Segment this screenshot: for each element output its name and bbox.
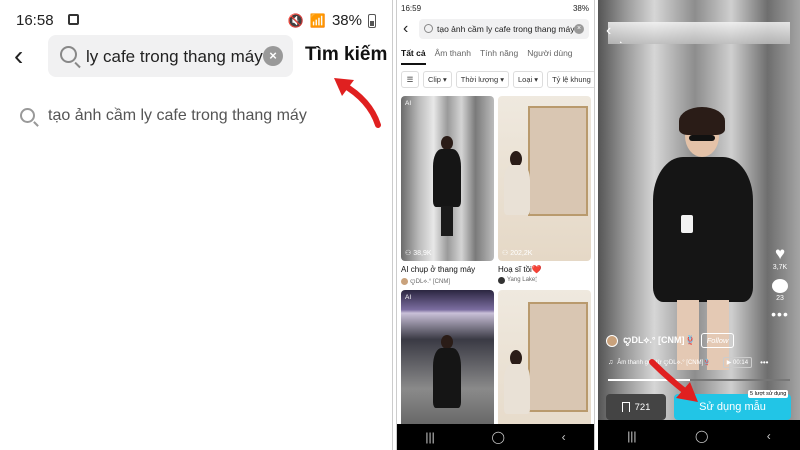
result-thumbnail: ⚇ 202,2K — [498, 96, 591, 261]
result-thumbnail: AI ⚇ 38,9K — [401, 96, 494, 261]
avatar[interactable] — [606, 334, 618, 347]
search-icon — [60, 46, 77, 63]
avatar — [401, 278, 408, 285]
search-button[interactable]: Tìm kiếm — [305, 44, 387, 66]
nav-back-icon[interactable]: ‹ — [562, 430, 566, 444]
status-bar: 16:58 🔇 📶 38% — [12, 10, 380, 32]
bookmark-icon — [621, 402, 630, 412]
back-button[interactable]: ‹ — [14, 40, 44, 72]
result-author: Yang Lake🕯 — [498, 277, 591, 284]
result-title: Hoạ sĩ tồi❤️ — [498, 265, 542, 274]
home-icon[interactable]: ◯ — [695, 429, 708, 443]
nav-back-icon[interactable]: ‹ — [767, 429, 771, 443]
search-input[interactable]: tạo ảnh cầm ly cafe trong thang máy × — [419, 19, 589, 39]
ai-icon: ◔ — [618, 40, 623, 47]
result-card[interactable]: ⚇ 202,2K Hoạ sĩ tồi❤️ Yang Lake🕯 — [498, 96, 591, 284]
status-bar — [598, 0, 800, 16]
like-count: 3,7K — [772, 264, 788, 271]
annotation-arrow — [649, 359, 698, 402]
back-button[interactable]: ‹ — [403, 20, 408, 38]
status-time: 16:59 — [401, 4, 422, 13]
music-note-icon: ♫ — [608, 359, 614, 366]
back-button[interactable]: ‹ — [606, 22, 611, 40]
usage-count-badge: 5 lượt sử dụng — [748, 390, 789, 398]
status-time: 16:58 — [16, 12, 54, 29]
author-name[interactable]: ꨄDL⟡.° [CNM]🪢 — [623, 334, 696, 347]
more-icon[interactable]: ••• — [771, 307, 789, 321]
battery-text: 38% — [572, 4, 589, 13]
recent-apps-icon[interactable]: ||| — [627, 429, 636, 443]
search-icon — [424, 24, 433, 33]
search-results-panel: 16:59 38% ‹ tạo ảnh cầm ly cafe trong th… — [396, 0, 595, 450]
clear-icon[interactable]: × — [574, 24, 584, 34]
filter-duration[interactable]: Thời lượng ▾ — [455, 71, 510, 88]
search-query: ly cafe trong thang máy — [86, 47, 263, 66]
tab-all[interactable]: Tất cả — [401, 48, 426, 65]
more-icon[interactable]: ••• — [760, 358, 768, 367]
filter-type[interactable]: Loại ▾ — [513, 71, 544, 88]
ai-badge: AI — [405, 100, 412, 107]
like-icon[interactable]: ♥ — [775, 245, 785, 262]
search-query: tạo ảnh cầm ly cafe trong thang máy — [437, 24, 575, 34]
result-card[interactable]: AI ⚇ 38,9K AI chụp ở thang máy ꨄDL⟡.° [C… — [401, 96, 494, 286]
author-row: ꨄDL⟡.° [CNM]🪢 Follow — [606, 333, 735, 348]
mute-icon: 🔇 — [287, 12, 304, 28]
ai-badge: AI — [405, 294, 412, 301]
app-notification-icon — [68, 14, 79, 25]
status-bar: 16:59 38% — [397, 0, 594, 16]
tab-users[interactable]: Người dùng — [527, 48, 572, 65]
follow-button[interactable]: Follow — [700, 333, 735, 348]
duration: ▶ 00:14 — [722, 357, 753, 368]
comment-count: 23 — [776, 295, 784, 302]
filter-aspect-ratio[interactable]: Tỷ lệ khung — [547, 71, 594, 88]
recent-apps-icon[interactable]: ||| — [425, 430, 434, 444]
video-player-panel: ‹ ◔ ♥ 3,7K 23 ••• ꨄDL⟡.° [CNM]🪢 Follow ♫… — [598, 0, 800, 450]
search-screen-panel: 16:58 🔇 📶 38% ‹ ly cafe trong thang máy … — [0, 0, 393, 450]
tab-sounds[interactable]: Âm thanh — [435, 48, 471, 65]
suggestion-text: tạo ảnh cầm ly cafe trong thang máy — [48, 107, 307, 124]
system-nav-bar: ||| ◯ ‹ — [397, 424, 594, 450]
filter-clip[interactable]: Clip ▾ — [423, 71, 452, 88]
home-icon[interactable]: ◯ — [491, 430, 504, 444]
filter-bar: ☰ Clip ▾ Thời lượng ▾ Loại ▾ Tỷ lệ khung — [401, 71, 594, 88]
system-nav-bar: ||| ◯ ‹ — [598, 422, 800, 450]
avatar — [498, 277, 505, 284]
view-count: ⚇ 202,2K — [502, 250, 533, 257]
view-count: ⚇ 38,9K — [405, 250, 432, 257]
clear-icon[interactable]: × — [263, 46, 283, 66]
comment-icon[interactable] — [772, 279, 788, 293]
filter-settings-icon[interactable]: ☰ — [401, 71, 419, 88]
search-icon — [20, 108, 35, 123]
result-title: AI chụp ở thang máy — [401, 265, 476, 274]
annotation-arrow — [334, 78, 381, 128]
wifi-icon: 📶 — [309, 12, 326, 28]
action-buttons: ♥ 3,7K 23 ••• — [768, 245, 792, 321]
result-author: ꨄDL⟡.° [CNM] — [401, 277, 494, 286]
tab-features[interactable]: Tính năng — [480, 48, 518, 65]
search-input[interactable]: ly cafe trong thang máy × — [48, 35, 293, 77]
battery-icon — [368, 13, 376, 28]
battery-text: 38% — [331, 12, 362, 29]
result-tabs: Tất cả Âm thanh Tính năng Người dùng — [401, 48, 573, 65]
